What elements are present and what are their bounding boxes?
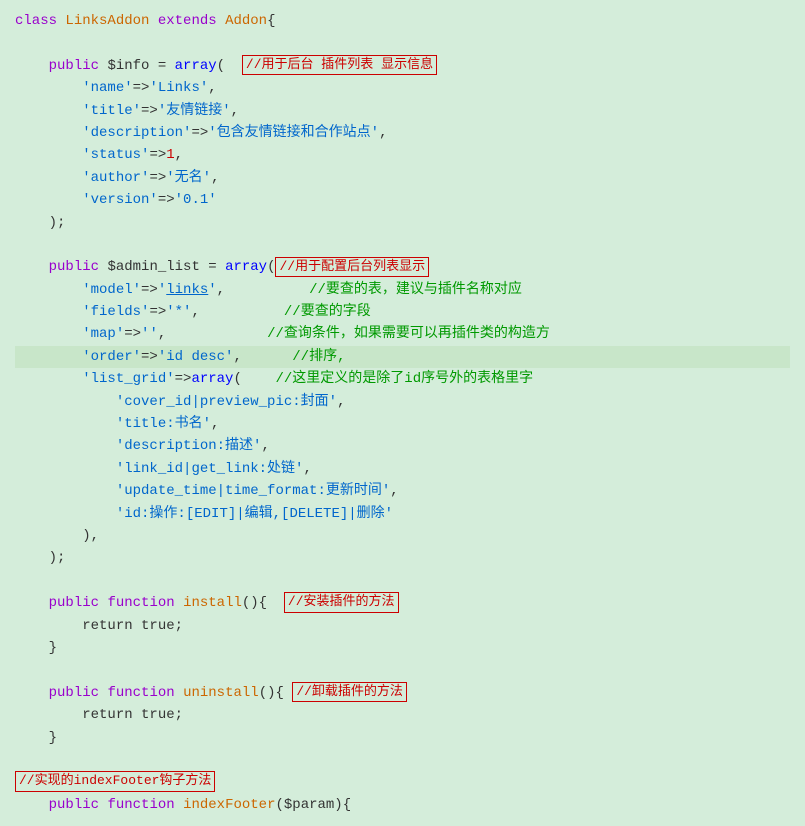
code-line-18: 'cover_id|preview_pic:封面', — [15, 391, 790, 413]
code-line-20: 'description:描述', — [15, 435, 790, 457]
code-line-24: ), — [15, 525, 790, 547]
code-line-25: ); — [15, 547, 790, 569]
code-line-29: } — [15, 637, 790, 659]
comment-box-5: //实现的indexFooter钩子方法 — [15, 771, 215, 791]
code-line-31: public function uninstall(){ //卸载插件的方法 — [15, 682, 790, 704]
code-line-17: 'list_grid'=>array( //这里定义的是除了id序号外的表格里字 — [15, 368, 790, 390]
code-line-30 — [15, 659, 790, 681]
code-line-32: return true; — [15, 704, 790, 726]
code-line-19: 'title:书名', — [15, 413, 790, 435]
code-line-10: ); — [15, 212, 790, 234]
code-line-16: 'order'=>'id desc', //排序, — [15, 346, 790, 368]
comment-box-4: //卸载插件的方法 — [292, 682, 407, 702]
comment-box-2: //用于配置后台列表显示 — [275, 257, 429, 277]
code-line-36: public function indexFooter($param){ — [15, 794, 790, 816]
code-line-1: class LinksAddon extends Addon{ — [15, 10, 790, 32]
code-line-8: 'author'=>'无名', — [15, 167, 790, 189]
code-line-4: 'name'=>'Links', — [15, 77, 790, 99]
code-line-34 — [15, 749, 790, 771]
code-line-26 — [15, 570, 790, 592]
code-line-5: 'title'=>'友情链接', — [15, 100, 790, 122]
code-line-15: 'map'=>'', //查询条件，如果需要可以再插件类的构造方 — [15, 323, 790, 345]
code-line-23: 'id:操作:[EDIT]|编辑,[DELETE]|删除' — [15, 503, 790, 525]
code-line-9: 'version'=>'0.1' — [15, 189, 790, 211]
code-line-3: public $info = array( //用于后台 插件列表 显示信息 — [15, 55, 790, 77]
code-editor: class LinksAddon extends Addon{ public $… — [0, 0, 805, 826]
comment-box-3: //安装插件的方法 — [284, 592, 399, 612]
code-line-13: 'model'=>'links', //要查的表，建议与插件名称对应 — [15, 279, 790, 301]
comment-box-1: //用于后台 插件列表 显示信息 — [242, 55, 437, 75]
code-line-21: 'link_id|get_link:处链', — [15, 458, 790, 480]
code-line-11 — [15, 234, 790, 256]
code-line-14: 'fields'=>'*', //要查的字段 — [15, 301, 790, 323]
code-line-35: //实现的indexFooter钩子方法 — [15, 771, 790, 793]
code-line-28: return true; — [15, 615, 790, 637]
code-line-12: public $admin_list = array(//用于配置后台列表显示 — [15, 256, 790, 278]
code-line-2 — [15, 32, 790, 54]
code-line-22: 'update_time|time_format:更新时间', — [15, 480, 790, 502]
code-line-6: 'description'=>'包含友情链接和合作站点', — [15, 122, 790, 144]
code-line-7: 'status'=>1, — [15, 144, 790, 166]
code-line-33: } — [15, 727, 790, 749]
code-line-27: public function install(){ //安装插件的方法 — [15, 592, 790, 614]
